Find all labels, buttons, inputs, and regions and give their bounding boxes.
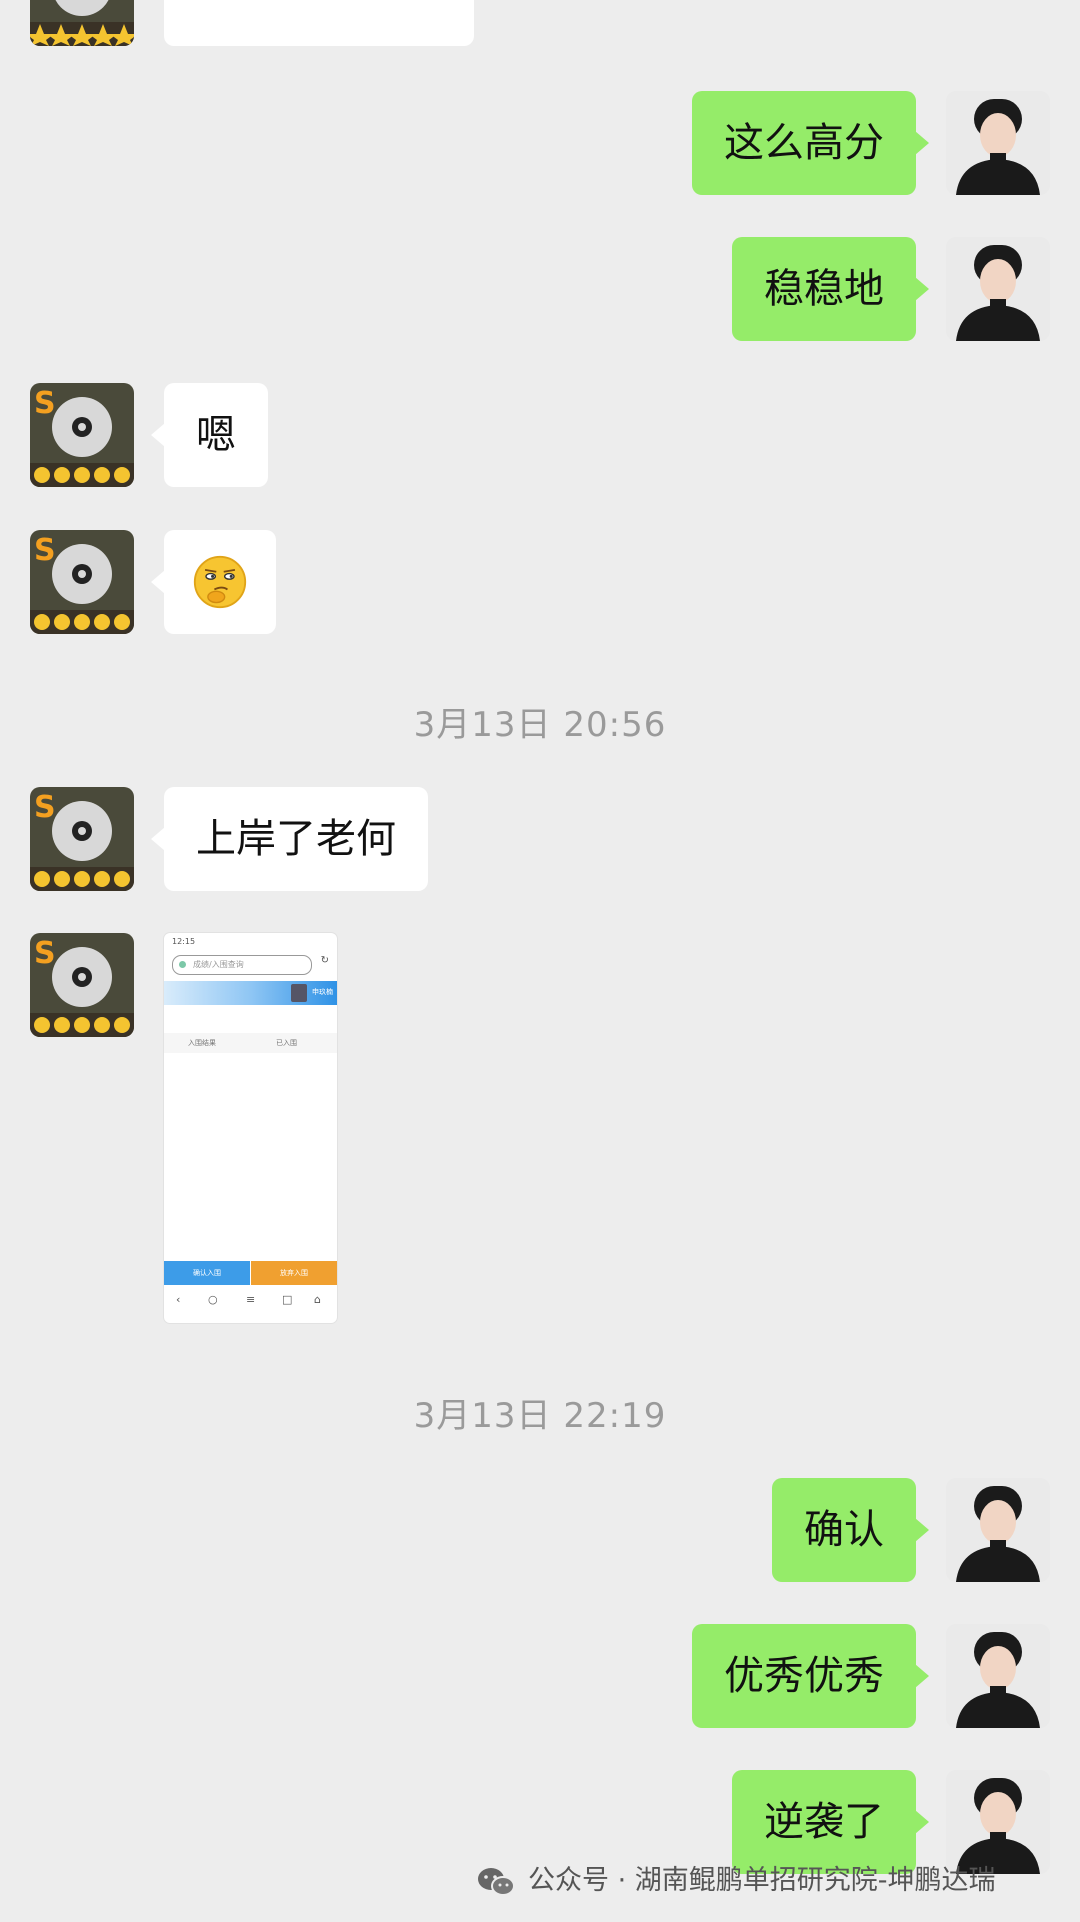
tabs-icon: □ — [282, 1293, 293, 1306]
chat-timestamp: 3月13日 22:19 — [413, 1396, 667, 1436]
embedded-search-box: 成绩/入围查询 — [172, 955, 312, 975]
embedded-buttons: 确认入围 放弃入围 — [164, 1261, 337, 1285]
message-bubble-emoji[interactable] — [151, 530, 276, 634]
refresh-icon: ↻ — [320, 955, 329, 966]
embedded-nav-bar: ‹ ○ ≡ □ ⌂ — [164, 1285, 337, 1323]
back-icon: ‹ — [176, 1293, 181, 1306]
embedded-user-name: 申玖楠 — [312, 988, 333, 996]
embedded-tab-right: 已入围 — [276, 1039, 297, 1047]
embedded-tabs: 入围结果 已入围 — [164, 1033, 337, 1053]
embedded-abandon-button: 放弃入围 — [251, 1261, 337, 1285]
embedded-status-bar: 12:15 — [172, 937, 196, 946]
svg-text:S: S — [34, 386, 56, 421]
contact-avatar[interactable]: S — [30, 383, 134, 487]
contact-avatar[interactable] — [30, 0, 134, 46]
message-bubble-sent[interactable]: 稳稳地 — [732, 237, 929, 341]
embedded-confirm-button: 确认入围 — [164, 1261, 250, 1285]
image-message[interactable]: 12:15 成绩/入围查询 ↻ 申玖楠 入围结果 已入围 确认入围 放弃入围 ‹… — [164, 933, 337, 1323]
message-bubble-received[interactable]: 嗯 — [151, 383, 268, 487]
search-icon: ○ — [208, 1293, 218, 1306]
contact-avatar[interactable]: S — [30, 530, 134, 634]
embedded-tab-left: 入围结果 — [188, 1039, 216, 1047]
my-avatar[interactable] — [946, 1478, 1050, 1582]
embedded-user-avatar — [291, 984, 307, 1002]
chat-timestamp: 3月13日 20:56 — [413, 705, 667, 745]
my-avatar[interactable] — [946, 237, 1050, 341]
message-bubble-sent[interactable]: 这么高分 — [692, 91, 929, 195]
svg-text:S: S — [34, 936, 56, 971]
my-avatar[interactable] — [946, 91, 1050, 195]
contact-avatar[interactable]: S — [30, 933, 134, 1037]
menu-icon: ≡ — [246, 1293, 256, 1306]
home-icon: ⌂ — [314, 1293, 321, 1306]
message-bubble-sent[interactable]: 优秀优秀 — [692, 1624, 929, 1728]
watermark: 公众号 · 湖南鲲鹏单招研究院-坤鹏达瑞 — [476, 1858, 996, 1898]
watermark-text: 公众号 · 湖南鲲鹏单招研究院-坤鹏达瑞 — [528, 1865, 996, 1896]
my-avatar[interactable] — [946, 1624, 1050, 1728]
message-bubble-sent[interactable]: 确认 — [772, 1478, 929, 1582]
svg-text:S: S — [34, 533, 56, 568]
message-bubble-received[interactable]: 上岸了老何 — [151, 787, 428, 891]
embedded-header-bar: 申玖楠 — [164, 981, 337, 1005]
message-bubble-partial[interactable] — [164, 0, 474, 46]
thinking-emoji-icon — [193, 555, 247, 609]
wechat-icon — [478, 1867, 515, 1896]
svg-text:S: S — [34, 790, 56, 825]
contact-avatar[interactable]: S — [30, 787, 134, 891]
